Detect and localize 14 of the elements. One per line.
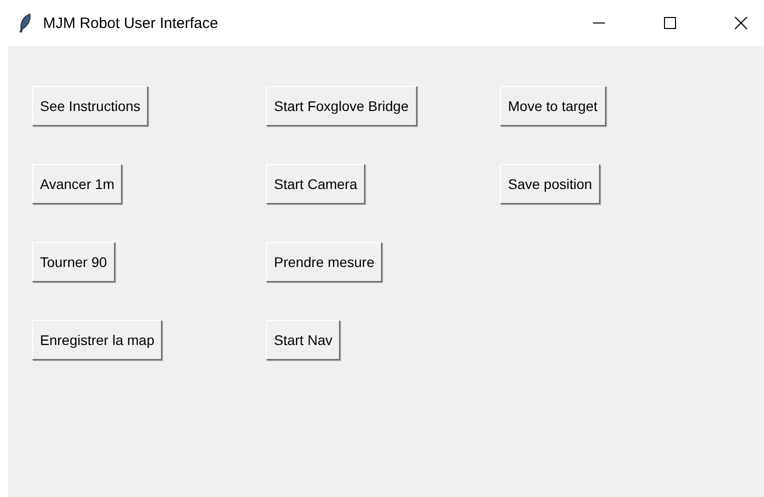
action-button[interactable]: Save position — [500, 164, 600, 204]
action-button[interactable]: See Instructions — [32, 86, 148, 126]
action-button[interactable]: Tourner 90 — [32, 242, 115, 282]
action-button[interactable]: Start Camera — [266, 164, 366, 204]
action-button[interactable]: Start Foxglove Bridge — [266, 86, 417, 126]
feather-icon — [18, 13, 32, 33]
action-button[interactable]: Move to target — [500, 86, 606, 126]
action-button[interactable]: Enregistrer la map — [32, 320, 162, 360]
action-button[interactable]: Start Nav — [266, 320, 340, 360]
action-button[interactable]: Avancer 1m — [32, 164, 122, 204]
maximize-icon — [664, 17, 676, 29]
action-button[interactable]: Prendre mesure — [266, 242, 382, 282]
close-icon — [734, 16, 748, 30]
window-title: MJM Robot User Interface — [43, 14, 218, 32]
